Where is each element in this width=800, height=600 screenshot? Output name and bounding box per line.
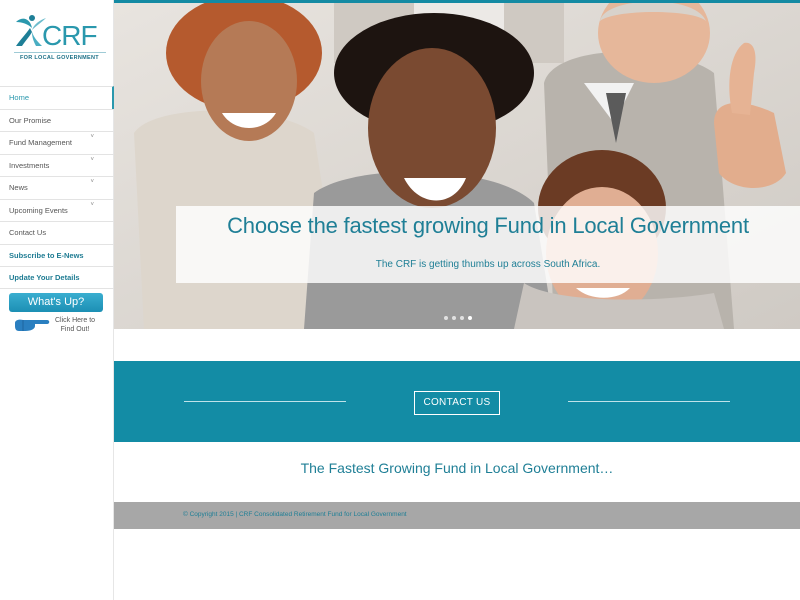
band-divider-right: [568, 401, 730, 402]
sidebar-item-label: Home: [9, 93, 30, 102]
hero-title: Choose the fastest growing Fund in Local…: [227, 213, 749, 238]
click-here-text: Click Here to Find Out!: [55, 316, 95, 334]
band-divider-left: [184, 401, 346, 402]
sidebar-item-fund-management[interactable]: Fund Management ˅: [0, 131, 114, 154]
sidebar-item-label: Investments: [9, 160, 50, 170]
sidebar-item-label: Update Your Details: [9, 273, 80, 282]
crf-logo[interactable]: CRF FOR LOCAL GOVERNMENT: [12, 12, 106, 64]
slider-dot-active[interactable]: [468, 316, 472, 320]
sidebar-item-news[interactable]: News ˅: [0, 176, 114, 199]
sidebar-item-label: Subscribe to E-News: [9, 250, 84, 260]
slider-dot[interactable]: [452, 316, 456, 320]
sidebar-item-upcoming-events[interactable]: Upcoming Events ˅: [0, 198, 114, 222]
sidebar-item-home[interactable]: Home: [0, 86, 114, 109]
sidebar-item-label: Upcoming Events: [9, 205, 68, 215]
hero-subtitle: The CRF is getting thumbs up across Sout…: [375, 259, 601, 270]
sidebar-item-label: Contact Us: [9, 228, 47, 237]
copyright-text: © Copyright 2015 | CRF Consolidated Reti…: [183, 511, 407, 518]
sidebar-item-investments[interactable]: Investments ˅: [0, 153, 114, 177]
sidebar-item-contact-us[interactable]: Contact Us: [0, 221, 114, 244]
chevron-down-icon: ˅: [90, 156, 94, 163]
slider-dot[interactable]: [444, 316, 448, 320]
logo-divider: [14, 52, 106, 53]
sidebar-item-our-promise[interactable]: Our Promise: [0, 108, 114, 132]
pointing-hand-icon: [15, 319, 50, 331]
sidebar-item-label: Our Promise: [9, 115, 52, 125]
sidebar-item-label: News: [9, 183, 28, 192]
chevron-down-icon: ˅: [90, 201, 94, 208]
tagline: The Fastest Growing Fund in Local Govern…: [300, 460, 614, 476]
slider-dots: [444, 307, 476, 320]
sidebar-nav: Home Our Promise Fund Management ˅ Invest…: [0, 86, 114, 289]
click-here-line2: Find Out!: [60, 326, 90, 333]
brand-name: CRF: [42, 20, 98, 51]
footer: © Copyright 2015 | CRF Consolidated Reti…: [114, 502, 800, 529]
update-details-link[interactable]: Update Your Details: [0, 266, 114, 289]
hero-slider[interactable]: Choose the fastest growing Fund in Local…: [114, 3, 800, 329]
chevron-down-icon: ˅: [90, 134, 94, 140]
brand-tagline: FOR LOCAL GOVERNMENT: [20, 55, 99, 61]
contact-band: CONTACT US: [114, 361, 800, 442]
contact-us-button[interactable]: CONTACT US: [414, 391, 500, 415]
chevron-down-icon: ˅: [90, 179, 94, 185]
subscribe-enews-link[interactable]: Subscribe to E-News: [0, 243, 114, 267]
sidebar: CRF FOR LOCAL GOVERNMENT Home Our Promis…: [0, 0, 114, 600]
sidebar-item-label: Fund Management: [9, 138, 72, 147]
whats-up-button[interactable]: What's Up?: [9, 293, 103, 312]
click-here-line1: Click Here to: [55, 317, 96, 324]
click-here-link[interactable]: Click Here to Find Out!: [13, 314, 105, 336]
slider-dot[interactable]: [460, 316, 464, 320]
